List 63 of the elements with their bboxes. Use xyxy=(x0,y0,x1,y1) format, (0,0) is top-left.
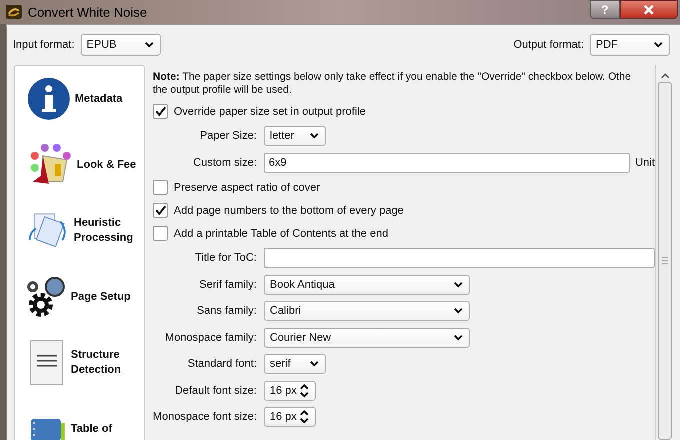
field-label: Standard font: xyxy=(186,358,257,370)
scroll-up-icon[interactable] xyxy=(660,73,670,79)
checkbox-label: Add page numbers to the bottom of every page xyxy=(174,204,404,216)
unit-label: Unit xyxy=(635,156,655,169)
spin-arrows-icon xyxy=(300,384,309,398)
sidebar-item[interactable]: Page Setup xyxy=(27,270,144,324)
caret-icon xyxy=(654,42,663,48)
gears-icon xyxy=(27,275,67,319)
field-label: Title for ToC: xyxy=(194,252,257,264)
caret-icon xyxy=(144,42,154,48)
output-format-label: Output format: xyxy=(514,39,584,51)
font-combo-box[interactable]: Courier New xyxy=(264,328,470,348)
field-label: Custom size: xyxy=(192,156,257,169)
field-label: Monospace family: xyxy=(164,332,257,344)
sidebar-item-label: Heuristic Processing xyxy=(74,216,134,246)
field-label: Sans family: xyxy=(196,305,257,318)
info-icon xyxy=(27,77,71,121)
sidebar-item-label: Metadata xyxy=(75,92,123,106)
close-button[interactable] xyxy=(620,0,678,19)
sidebar-item-label: Page Setup xyxy=(71,290,131,304)
spin-box[interactable]: 16 px xyxy=(264,380,316,401)
checkbox[interactable] xyxy=(153,226,168,241)
checkbox-label: Add a printable Table of Contents at the end xyxy=(174,228,388,240)
spin-arrows-icon xyxy=(300,410,309,424)
caret-icon xyxy=(454,282,463,288)
dropdown[interactable]: letter xyxy=(264,126,326,146)
sidebar-item[interactable]: Table of xyxy=(27,402,144,440)
checkbox-label: Preserve aspect ratio of cover xyxy=(174,182,320,194)
scrollbar[interactable] xyxy=(655,65,674,440)
sidebar-item[interactable]: Metadata xyxy=(27,72,144,126)
spin-box[interactable]: 16 px xyxy=(264,407,316,428)
sidebar-item-label: Look & Fee xyxy=(77,158,136,172)
sidebar-item-label: Structure Detection xyxy=(71,348,122,378)
checkbox[interactable] xyxy=(153,104,168,119)
output-format-dropdown[interactable]: PDF xyxy=(590,34,670,56)
caret-icon xyxy=(454,308,463,314)
caret-icon xyxy=(454,334,463,341)
field-label: Monospace font size: xyxy=(153,411,257,424)
field-label: Paper Size: xyxy=(199,130,257,142)
sidebar-item[interactable]: Heuristic Processing xyxy=(27,204,144,258)
input-format-dropdown[interactable]: EPUB xyxy=(80,34,161,56)
sidebar-item[interactable]: Look & Fee xyxy=(27,138,144,192)
sidebar-item-label: Table of xyxy=(71,422,112,436)
checkbox[interactable] xyxy=(153,180,168,195)
app-icon xyxy=(6,5,22,19)
note-text: the output profile will be used. xyxy=(153,84,293,97)
input-field[interactable] xyxy=(264,248,655,268)
window-title: Convert White Noise xyxy=(28,4,148,20)
note-text: Note: The paper size settings below only take effect if you enable the "Override" checkbox below. Othe xyxy=(153,71,632,84)
caret-icon xyxy=(310,133,319,140)
dropdown[interactable]: serif xyxy=(264,354,326,374)
input-format-label: Input format: xyxy=(13,39,75,51)
sidebar-item[interactable]: Structure Detection xyxy=(27,336,144,390)
checkbox[interactable] xyxy=(153,203,168,218)
field-label: Default font size: xyxy=(174,384,257,397)
caret-icon xyxy=(310,361,319,368)
input-field[interactable]: 6x9 xyxy=(264,152,630,173)
grip-icon xyxy=(661,257,669,265)
font-combo-box[interactable]: Calibri xyxy=(264,301,470,322)
font-combo-box[interactable]: Book Antiqua xyxy=(264,274,470,295)
close-icon xyxy=(643,4,655,14)
field-label: Serif family: xyxy=(198,278,257,291)
checkbox-label: Override paper size set in output profile xyxy=(174,106,366,118)
